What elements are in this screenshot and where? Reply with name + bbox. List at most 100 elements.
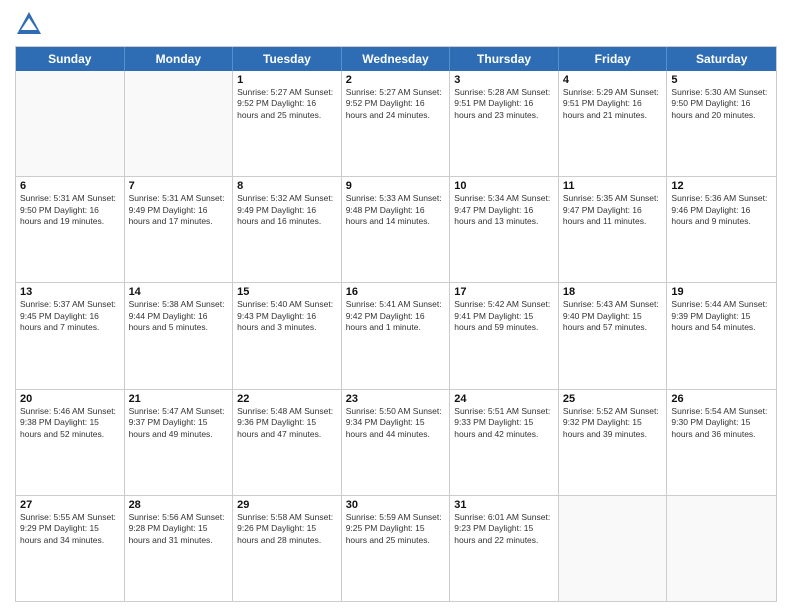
day-number: 1 — [237, 74, 337, 86]
calendar-header-row: SundayMondayTuesdayWednesdayThursdayFrid… — [16, 47, 776, 71]
calendar-cell: 18Sunrise: 5:43 AM Sunset: 9:40 PM Dayli… — [559, 283, 668, 388]
day-info: Sunrise: 5:29 AM Sunset: 9:51 PM Dayligh… — [563, 87, 663, 121]
day-info: Sunrise: 5:46 AM Sunset: 9:38 PM Dayligh… — [20, 406, 120, 440]
day-info: Sunrise: 5:48 AM Sunset: 9:36 PM Dayligh… — [237, 406, 337, 440]
day-info: Sunrise: 5:40 AM Sunset: 9:43 PM Dayligh… — [237, 299, 337, 333]
calendar-cell: 4Sunrise: 5:29 AM Sunset: 9:51 PM Daylig… — [559, 71, 668, 176]
calendar-cell: 5Sunrise: 5:30 AM Sunset: 9:50 PM Daylig… — [667, 71, 776, 176]
day-info: Sunrise: 5:32 AM Sunset: 9:49 PM Dayligh… — [237, 193, 337, 227]
day-number: 14 — [129, 286, 229, 298]
day-number: 4 — [563, 74, 663, 86]
day-number: 3 — [454, 74, 554, 86]
day-info: Sunrise: 5:42 AM Sunset: 9:41 PM Dayligh… — [454, 299, 554, 333]
day-number: 15 — [237, 286, 337, 298]
calendar-week-4: 20Sunrise: 5:46 AM Sunset: 9:38 PM Dayli… — [16, 390, 776, 496]
calendar-cell: 12Sunrise: 5:36 AM Sunset: 9:46 PM Dayli… — [667, 177, 776, 282]
header-day-saturday: Saturday — [667, 47, 776, 71]
calendar-cell: 17Sunrise: 5:42 AM Sunset: 9:41 PM Dayli… — [450, 283, 559, 388]
calendar-cell: 19Sunrise: 5:44 AM Sunset: 9:39 PM Dayli… — [667, 283, 776, 388]
day-number: 16 — [346, 286, 446, 298]
calendar-week-3: 13Sunrise: 5:37 AM Sunset: 9:45 PM Dayli… — [16, 283, 776, 389]
calendar-cell — [16, 71, 125, 176]
logo-icon — [15, 10, 43, 38]
calendar-cell: 1Sunrise: 5:27 AM Sunset: 9:52 PM Daylig… — [233, 71, 342, 176]
day-number: 11 — [563, 180, 663, 192]
day-number: 19 — [671, 286, 772, 298]
day-info: Sunrise: 5:43 AM Sunset: 9:40 PM Dayligh… — [563, 299, 663, 333]
calendar-cell: 2Sunrise: 5:27 AM Sunset: 9:52 PM Daylig… — [342, 71, 451, 176]
day-info: Sunrise: 5:38 AM Sunset: 9:44 PM Dayligh… — [129, 299, 229, 333]
calendar-cell: 31Sunrise: 6:01 AM Sunset: 9:23 PM Dayli… — [450, 496, 559, 601]
calendar-cell: 3Sunrise: 5:28 AM Sunset: 9:51 PM Daylig… — [450, 71, 559, 176]
day-info: Sunrise: 6:01 AM Sunset: 9:23 PM Dayligh… — [454, 512, 554, 546]
calendar-cell: 29Sunrise: 5:58 AM Sunset: 9:26 PM Dayli… — [233, 496, 342, 601]
calendar-cell — [559, 496, 668, 601]
calendar-cell: 13Sunrise: 5:37 AM Sunset: 9:45 PM Dayli… — [16, 283, 125, 388]
day-number: 17 — [454, 286, 554, 298]
day-number: 10 — [454, 180, 554, 192]
calendar-week-2: 6Sunrise: 5:31 AM Sunset: 9:50 PM Daylig… — [16, 177, 776, 283]
day-info: Sunrise: 5:37 AM Sunset: 9:45 PM Dayligh… — [20, 299, 120, 333]
day-number: 12 — [671, 180, 772, 192]
day-number: 2 — [346, 74, 446, 86]
day-number: 28 — [129, 499, 229, 511]
calendar-cell: 25Sunrise: 5:52 AM Sunset: 9:32 PM Dayli… — [559, 390, 668, 495]
day-info: Sunrise: 5:55 AM Sunset: 9:29 PM Dayligh… — [20, 512, 120, 546]
calendar-cell: 9Sunrise: 5:33 AM Sunset: 9:48 PM Daylig… — [342, 177, 451, 282]
calendar-cell: 7Sunrise: 5:31 AM Sunset: 9:49 PM Daylig… — [125, 177, 234, 282]
calendar-week-1: 1Sunrise: 5:27 AM Sunset: 9:52 PM Daylig… — [16, 71, 776, 177]
calendar-cell: 23Sunrise: 5:50 AM Sunset: 9:34 PM Dayli… — [342, 390, 451, 495]
day-number: 7 — [129, 180, 229, 192]
day-info: Sunrise: 5:33 AM Sunset: 9:48 PM Dayligh… — [346, 193, 446, 227]
day-number: 21 — [129, 393, 229, 405]
day-info: Sunrise: 5:41 AM Sunset: 9:42 PM Dayligh… — [346, 299, 446, 333]
calendar-cell — [125, 71, 234, 176]
day-info: Sunrise: 5:58 AM Sunset: 9:26 PM Dayligh… — [237, 512, 337, 546]
day-number: 30 — [346, 499, 446, 511]
calendar-body: 1Sunrise: 5:27 AM Sunset: 9:52 PM Daylig… — [16, 71, 776, 601]
day-number: 24 — [454, 393, 554, 405]
day-info: Sunrise: 5:30 AM Sunset: 9:50 PM Dayligh… — [671, 87, 772, 121]
day-number: 23 — [346, 393, 446, 405]
day-info: Sunrise: 5:34 AM Sunset: 9:47 PM Dayligh… — [454, 193, 554, 227]
calendar-cell: 8Sunrise: 5:32 AM Sunset: 9:49 PM Daylig… — [233, 177, 342, 282]
calendar-cell: 22Sunrise: 5:48 AM Sunset: 9:36 PM Dayli… — [233, 390, 342, 495]
day-info: Sunrise: 5:35 AM Sunset: 9:47 PM Dayligh… — [563, 193, 663, 227]
day-number: 26 — [671, 393, 772, 405]
day-number: 18 — [563, 286, 663, 298]
calendar-week-5: 27Sunrise: 5:55 AM Sunset: 9:29 PM Dayli… — [16, 496, 776, 601]
calendar: SundayMondayTuesdayWednesdayThursdayFrid… — [15, 46, 777, 602]
day-number: 31 — [454, 499, 554, 511]
calendar-cell: 24Sunrise: 5:51 AM Sunset: 9:33 PM Dayli… — [450, 390, 559, 495]
day-info: Sunrise: 5:47 AM Sunset: 9:37 PM Dayligh… — [129, 406, 229, 440]
day-info: Sunrise: 5:31 AM Sunset: 9:50 PM Dayligh… — [20, 193, 120, 227]
day-info: Sunrise: 5:51 AM Sunset: 9:33 PM Dayligh… — [454, 406, 554, 440]
header-day-sunday: Sunday — [16, 47, 125, 71]
day-info: Sunrise: 5:28 AM Sunset: 9:51 PM Dayligh… — [454, 87, 554, 121]
calendar-cell: 10Sunrise: 5:34 AM Sunset: 9:47 PM Dayli… — [450, 177, 559, 282]
calendar-cell: 27Sunrise: 5:55 AM Sunset: 9:29 PM Dayli… — [16, 496, 125, 601]
header-day-monday: Monday — [125, 47, 234, 71]
day-info: Sunrise: 5:27 AM Sunset: 9:52 PM Dayligh… — [237, 87, 337, 121]
page: SundayMondayTuesdayWednesdayThursdayFrid… — [0, 0, 792, 612]
day-info: Sunrise: 5:36 AM Sunset: 9:46 PM Dayligh… — [671, 193, 772, 227]
day-number: 8 — [237, 180, 337, 192]
header-day-friday: Friday — [559, 47, 668, 71]
day-info: Sunrise: 5:52 AM Sunset: 9:32 PM Dayligh… — [563, 406, 663, 440]
calendar-cell: 20Sunrise: 5:46 AM Sunset: 9:38 PM Dayli… — [16, 390, 125, 495]
calendar-cell: 21Sunrise: 5:47 AM Sunset: 9:37 PM Dayli… — [125, 390, 234, 495]
day-number: 29 — [237, 499, 337, 511]
logo — [15, 10, 46, 38]
day-number: 9 — [346, 180, 446, 192]
day-info: Sunrise: 5:56 AM Sunset: 9:28 PM Dayligh… — [129, 512, 229, 546]
calendar-cell: 14Sunrise: 5:38 AM Sunset: 9:44 PM Dayli… — [125, 283, 234, 388]
header-day-tuesday: Tuesday — [233, 47, 342, 71]
calendar-cell: 16Sunrise: 5:41 AM Sunset: 9:42 PM Dayli… — [342, 283, 451, 388]
calendar-cell: 28Sunrise: 5:56 AM Sunset: 9:28 PM Dayli… — [125, 496, 234, 601]
calendar-cell: 15Sunrise: 5:40 AM Sunset: 9:43 PM Dayli… — [233, 283, 342, 388]
header-day-wednesday: Wednesday — [342, 47, 451, 71]
calendar-cell: 6Sunrise: 5:31 AM Sunset: 9:50 PM Daylig… — [16, 177, 125, 282]
header-day-thursday: Thursday — [450, 47, 559, 71]
day-number: 5 — [671, 74, 772, 86]
calendar-cell: 11Sunrise: 5:35 AM Sunset: 9:47 PM Dayli… — [559, 177, 668, 282]
